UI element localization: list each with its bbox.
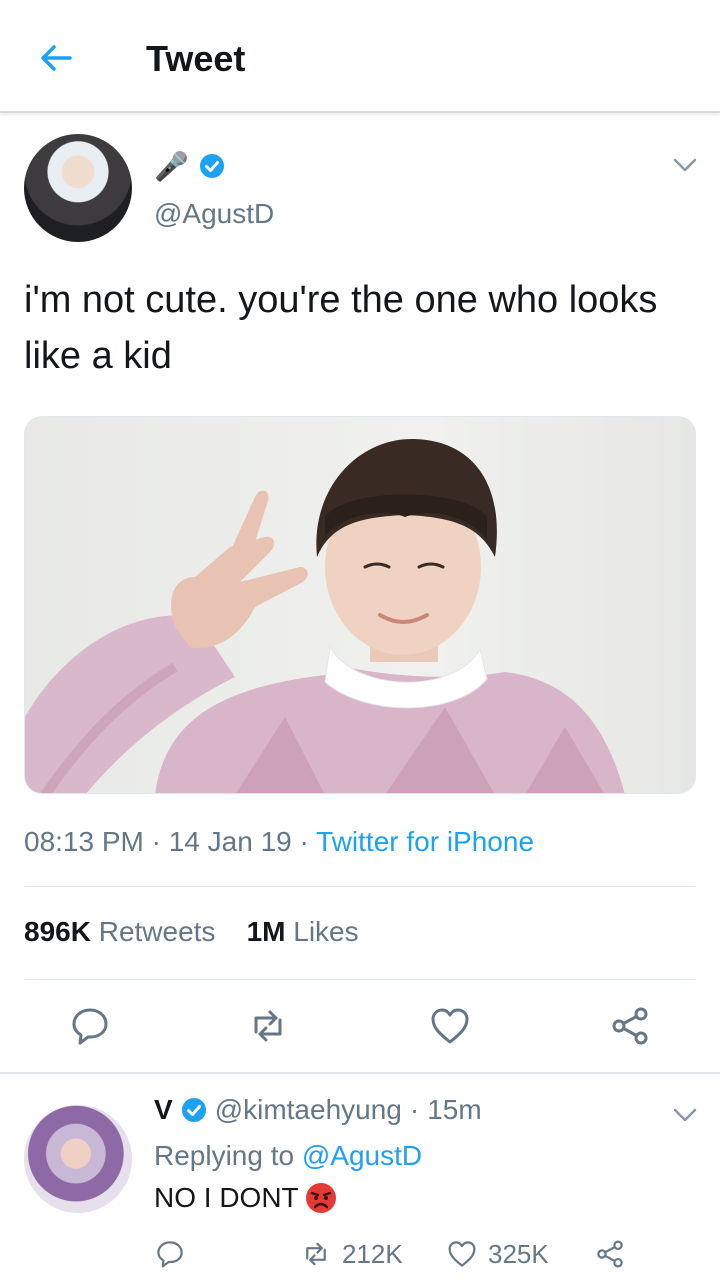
retweets-label: Retweets xyxy=(98,916,216,947)
divider xyxy=(24,886,696,887)
tweet-text: i'm not cute. you're the one who looks l… xyxy=(24,279,658,377)
reply-avatar[interactable] xyxy=(24,1105,132,1213)
share-icon xyxy=(597,1240,623,1268)
tweet-time: 08:13 PM xyxy=(24,826,144,857)
avatar[interactable] xyxy=(24,134,132,242)
tweet-timestamp: 08:13 PM · 14 Jan 19 · Twitter for iPhon… xyxy=(24,826,534,858)
photo-illustration xyxy=(25,438,625,793)
reply-text-row: NO I DONT xyxy=(154,1182,337,1214)
reply-like-button[interactable]: 325K xyxy=(446,1236,549,1272)
reply-author-handle: @kimtaehyung xyxy=(214,1094,402,1125)
heart-icon xyxy=(448,1241,476,1267)
page-title: Tweet xyxy=(146,38,246,79)
reply-share-button[interactable] xyxy=(594,1236,626,1272)
verified-badge-icon xyxy=(181,1098,206,1122)
reply-text: NO I DONT xyxy=(154,1182,299,1213)
engagement-stats: 896K Retweets 1M Likes xyxy=(24,916,359,948)
share-icon[interactable] xyxy=(608,1004,652,1048)
reply-age: 15m xyxy=(427,1094,482,1125)
author-handle[interactable]: @AgustD xyxy=(154,198,274,230)
retweets-count: 896K xyxy=(24,916,91,947)
tweet-source-link[interactable]: Twitter for iPhone xyxy=(316,826,534,857)
tweet-date: 14 Jan 19 xyxy=(168,826,292,857)
divider xyxy=(24,979,696,980)
chevron-down-icon[interactable] xyxy=(672,1107,698,1123)
replying-to: Replying to @AgustD xyxy=(154,1140,422,1172)
reply-retweet-button[interactable]: 212K xyxy=(300,1236,403,1272)
retweet-icon xyxy=(306,1242,326,1266)
reply-icon xyxy=(157,1241,183,1268)
likes-label: Likes xyxy=(293,916,359,947)
reply-reply-button[interactable] xyxy=(154,1236,186,1272)
retweets-stat[interactable]: 896K Retweets xyxy=(24,916,215,947)
tweet-photo[interactable] xyxy=(24,416,696,794)
reply-author-row[interactable]: V @kimtaehyung · 15m xyxy=(154,1094,482,1126)
angry-face-emoji-icon xyxy=(305,1183,336,1213)
microphone-emoji: 🎤 xyxy=(154,150,189,182)
replying-to-mention[interactable]: @AgustD xyxy=(302,1140,422,1171)
verified-badge-icon xyxy=(199,154,224,178)
reply-like-count: 325K xyxy=(488,1238,549,1269)
top-app-bar: Tweet xyxy=(0,0,720,113)
author-name-row[interactable]: 🎤 xyxy=(154,148,225,184)
replying-to-prefix: Replying to xyxy=(154,1140,295,1171)
reply-icon[interactable] xyxy=(68,1004,112,1048)
meta-separator: · xyxy=(409,1094,420,1125)
likes-stat[interactable]: 1M Likes xyxy=(247,916,359,947)
arrow-left-icon[interactable] xyxy=(36,38,76,78)
retweet-icon[interactable] xyxy=(246,1004,290,1048)
heart-icon[interactable] xyxy=(428,1004,472,1048)
meta-separator: · xyxy=(299,826,317,857)
reply-author-name: V xyxy=(154,1094,173,1125)
section-divider xyxy=(0,1072,720,1074)
likes-count: 1M xyxy=(246,916,286,947)
reply-retweet-count: 212K xyxy=(342,1238,403,1269)
meta-separator: · xyxy=(151,826,169,857)
chevron-down-icon[interactable] xyxy=(672,157,698,173)
